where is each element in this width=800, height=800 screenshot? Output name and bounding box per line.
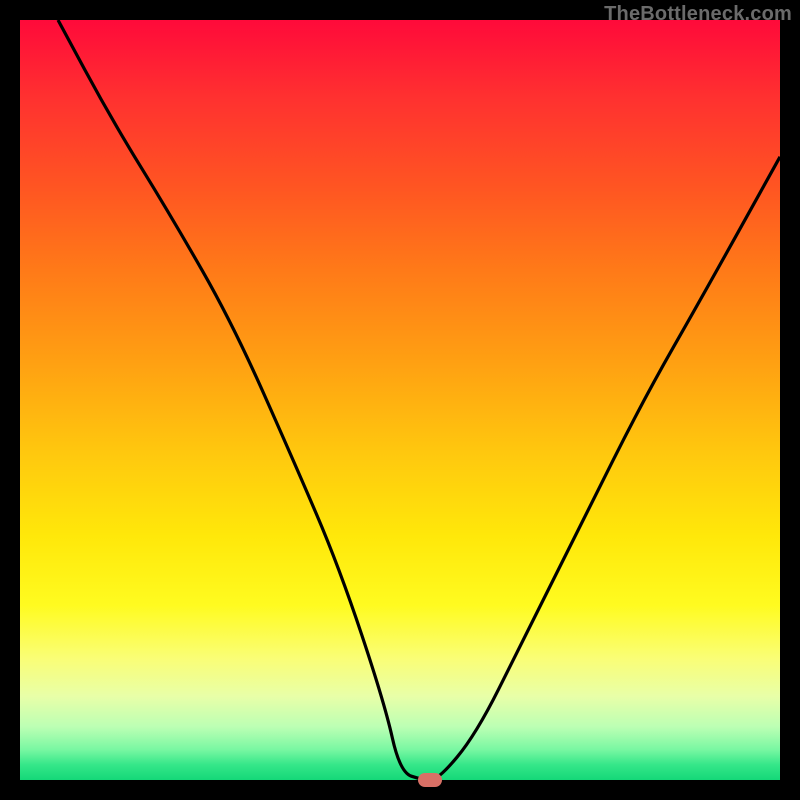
plot-area	[20, 20, 780, 780]
bottleneck-curve-path	[58, 20, 780, 780]
chart-container: TheBottleneck.com	[0, 0, 800, 800]
optimal-point-marker	[418, 773, 442, 787]
curve-svg	[20, 20, 780, 780]
